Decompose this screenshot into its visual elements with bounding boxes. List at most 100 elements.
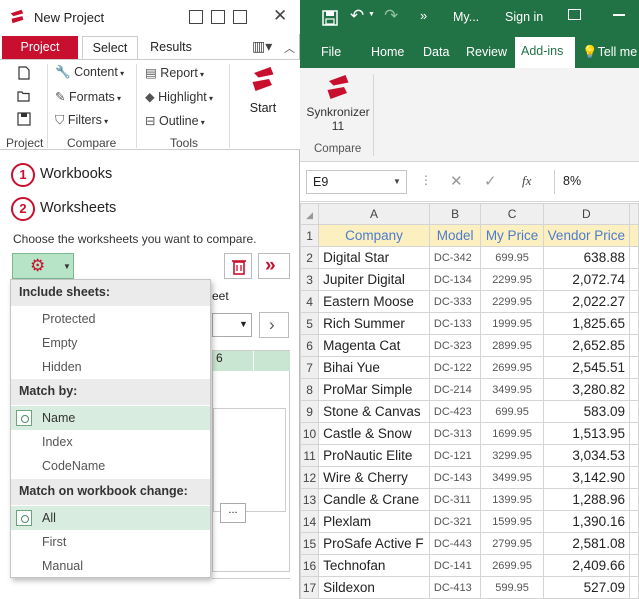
model-cell[interactable]: DC-443 <box>428 532 482 555</box>
vendor-price-cell[interactable]: 1,390.16 <box>542 510 630 533</box>
filters-menu[interactable]: ⛉ Filters ▾ <box>55 113 108 128</box>
row-header[interactable]: 16 <box>299 554 320 577</box>
my-price-cell[interactable]: 2899.95 <box>480 334 544 357</box>
model-cell[interactable]: DC-133 <box>428 312 482 335</box>
vendor-price-cell[interactable]: 3,034.53 <box>542 444 630 467</box>
company-cell[interactable]: Wire & Cherry <box>318 466 430 489</box>
company-cell[interactable]: Technofan <box>318 554 430 577</box>
header-cell[interactable]: Vendor Price <box>542 224 630 247</box>
empty-cell[interactable] <box>628 554 639 577</box>
tab-select[interactable]: Select <box>82 36 138 59</box>
column-header[interactable]: A <box>318 203 430 225</box>
my-price-cell[interactable]: 2299.95 <box>480 290 544 313</box>
company-cell[interactable]: Candle & Crane <box>318 488 430 511</box>
row-header[interactable]: 17 <box>299 576 320 599</box>
row-header[interactable]: 3 <box>299 268 320 291</box>
company-cell[interactable]: Digital Star <box>318 246 430 269</box>
close-icon[interactable]: ✕ <box>273 6 287 26</box>
header-cell[interactable]: Company <box>318 224 430 247</box>
my-price-cell[interactable]: 1999.95 <box>480 312 544 335</box>
tab-home[interactable]: Home <box>371 42 404 68</box>
my-price-cell[interactable]: 1699.95 <box>480 422 544 445</box>
change-all-item[interactable]: All <box>11 506 210 530</box>
save-icon[interactable] <box>322 10 338 26</box>
row-header[interactable]: 10 <box>299 422 320 445</box>
layout-grid-icon[interactable]: ▥▾ <box>252 38 272 55</box>
model-cell[interactable]: DC-121 <box>428 444 482 467</box>
tab-review[interactable]: Review <box>466 42 507 68</box>
company-cell[interactable]: ProNautic Elite <box>318 444 430 467</box>
model-cell[interactable]: DC-413 <box>428 576 482 599</box>
include-hidden-item[interactable]: Hidden <box>11 355 210 379</box>
empty-cell[interactable] <box>628 356 639 379</box>
my-price-cell[interactable]: 2699.95 <box>480 554 544 577</box>
ellipsis-button[interactable]: ... <box>220 503 246 523</box>
row-header[interactable]: 1 <box>299 224 320 247</box>
vendor-price-cell[interactable]: 3,280.82 <box>542 378 630 401</box>
model-cell[interactable]: DC-141 <box>428 554 482 577</box>
vendor-price-cell[interactable]: 1,513.95 <box>542 422 630 445</box>
vendor-price-cell[interactable]: 1,288.96 <box>542 488 630 511</box>
dock-icon[interactable] <box>233 10 247 24</box>
tell-me-search[interactable]: 💡Tell me <box>582 42 639 68</box>
header-cell[interactable] <box>628 224 639 247</box>
match-index-item[interactable]: Index <box>11 430 210 454</box>
minimize-icon[interactable] <box>613 14 625 16</box>
collapse-ribbon-icon[interactable]: ︿ <box>284 40 295 56</box>
column-header[interactable]: B <box>428 203 482 225</box>
match-name-item[interactable]: Name <box>11 406 210 430</box>
row-header[interactable]: 7 <box>299 356 320 379</box>
model-cell[interactable]: DC-143 <box>428 466 482 489</box>
my-price-cell[interactable]: 2699.95 <box>480 356 544 379</box>
empty-cell[interactable] <box>628 510 639 533</box>
sign-in-link[interactable]: Sign in <box>505 10 543 24</box>
tab-data[interactable]: Data <box>423 42 449 68</box>
vendor-price-cell[interactable]: 2,022.27 <box>542 290 630 313</box>
empty-cell[interactable] <box>628 532 639 555</box>
step-workbooks-label[interactable]: Workbooks <box>40 166 112 182</box>
company-cell[interactable]: Jupiter Digital <box>318 268 430 291</box>
step-worksheets-label[interactable]: Worksheets <box>40 200 116 216</box>
vendor-price-cell[interactable]: 3,142.90 <box>542 466 630 489</box>
header-cell[interactable]: Model <box>428 224 482 247</box>
column-header[interactable]: C <box>480 203 544 225</box>
resize-handle-icon[interactable]: ⋮ <box>420 173 432 187</box>
tab-add-ins[interactable]: Add-ins <box>515 37 575 68</box>
model-cell[interactable]: DC-311 <box>428 488 482 511</box>
confirm-icon[interactable]: ✓ <box>484 172 497 190</box>
next-button[interactable]: › <box>259 312 289 338</box>
undo-icon[interactable]: ↶ <box>350 6 364 26</box>
content-menu[interactable]: 🔧 Content ▾ <box>55 65 124 80</box>
model-cell[interactable]: DC-214 <box>428 378 482 401</box>
model-cell[interactable]: DC-323 <box>428 334 482 357</box>
new-file-icon[interactable] <box>17 66 31 80</box>
my-price-cell[interactable]: 699.95 <box>480 400 544 423</box>
row-header[interactable]: 9 <box>299 400 320 423</box>
select-all-corner[interactable]: ◢ <box>299 203 320 225</box>
worksheet-select[interactable]: ▼ <box>212 313 252 337</box>
function-icon[interactable]: fx <box>522 173 531 189</box>
change-first-item[interactable]: First <box>11 530 210 554</box>
empty-cell[interactable] <box>628 444 639 467</box>
model-cell[interactable]: DC-122 <box>428 356 482 379</box>
column-header[interactable]: D <box>542 203 630 225</box>
match-codename-item[interactable]: CodeName <box>11 454 210 478</box>
row-header[interactable]: 12 <box>299 466 320 489</box>
row-header[interactable]: 6 <box>299 334 320 357</box>
empty-cell[interactable] <box>628 312 639 335</box>
my-price-cell[interactable]: 699.95 <box>480 246 544 269</box>
my-price-cell[interactable]: 599.95 <box>480 576 544 599</box>
empty-cell[interactable] <box>628 466 639 489</box>
empty-cell[interactable] <box>628 246 639 269</box>
company-cell[interactable]: Rich Summer <box>318 312 430 335</box>
model-cell[interactable]: DC-313 <box>428 422 482 445</box>
company-cell[interactable]: ProSafe Active F <box>318 532 430 555</box>
add-all-button[interactable]: » <box>258 253 290 279</box>
empty-cell[interactable] <box>628 268 639 291</box>
window-split-icon[interactable] <box>211 10 225 24</box>
open-folder-icon[interactable] <box>17 89 31 103</box>
company-cell[interactable]: Stone & Canvas <box>318 400 430 423</box>
tab-results[interactable]: Results <box>140 36 202 59</box>
start-button[interactable]: Start <box>240 64 286 130</box>
delete-button[interactable] <box>224 253 252 279</box>
